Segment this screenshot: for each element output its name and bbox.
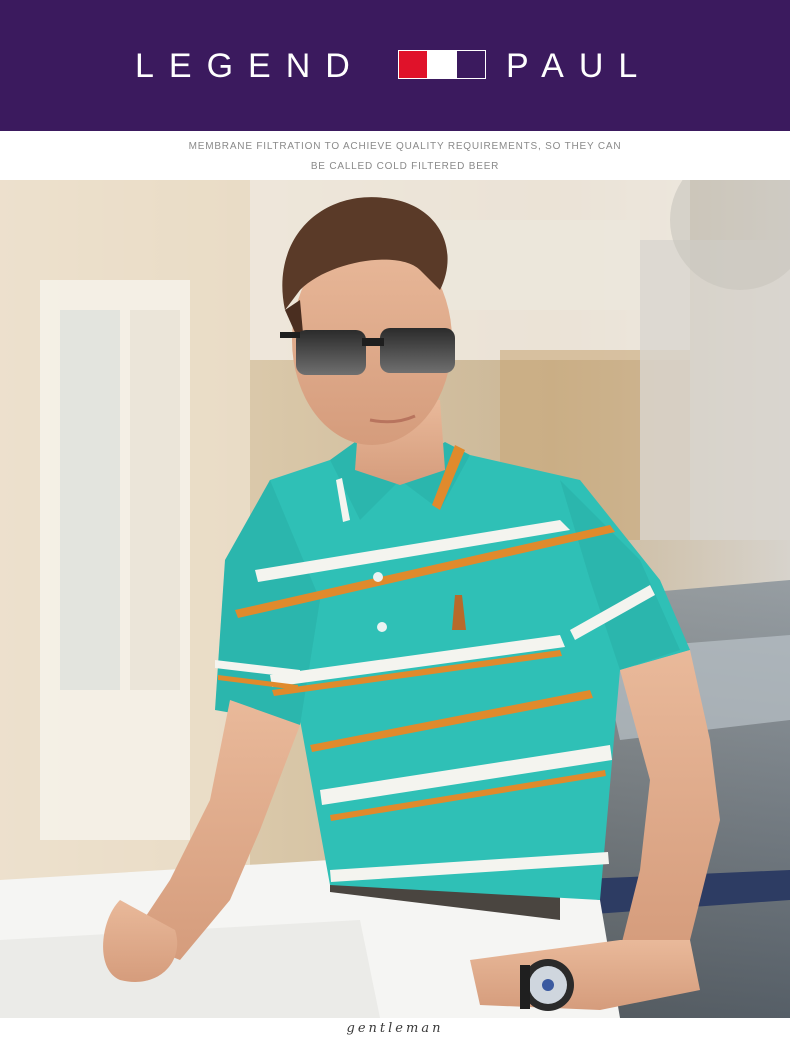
- flag-red-block: [399, 51, 427, 78]
- model-photo: [0, 180, 790, 1018]
- tagline-line-2: BE CALLED COLD FILTERED BEER: [310, 161, 500, 172]
- brand-flag-logo: [398, 50, 486, 79]
- tagline-line-1: MEMBRANE FILTRATION TO ACHIEVE QUALITY R…: [188, 141, 622, 152]
- brand-name-right: PAUL: [506, 47, 653, 85]
- brand-name-left: LEGEND: [135, 47, 365, 85]
- flag-white-block: [427, 51, 457, 78]
- brand-header: LEGEND PAUL: [0, 0, 790, 131]
- footer-caption: gentleman: [346, 1021, 444, 1036]
- flag-navy-block: [457, 51, 485, 78]
- tagline: MEMBRANE FILTRATION TO ACHIEVE QUALITY R…: [140, 137, 670, 177]
